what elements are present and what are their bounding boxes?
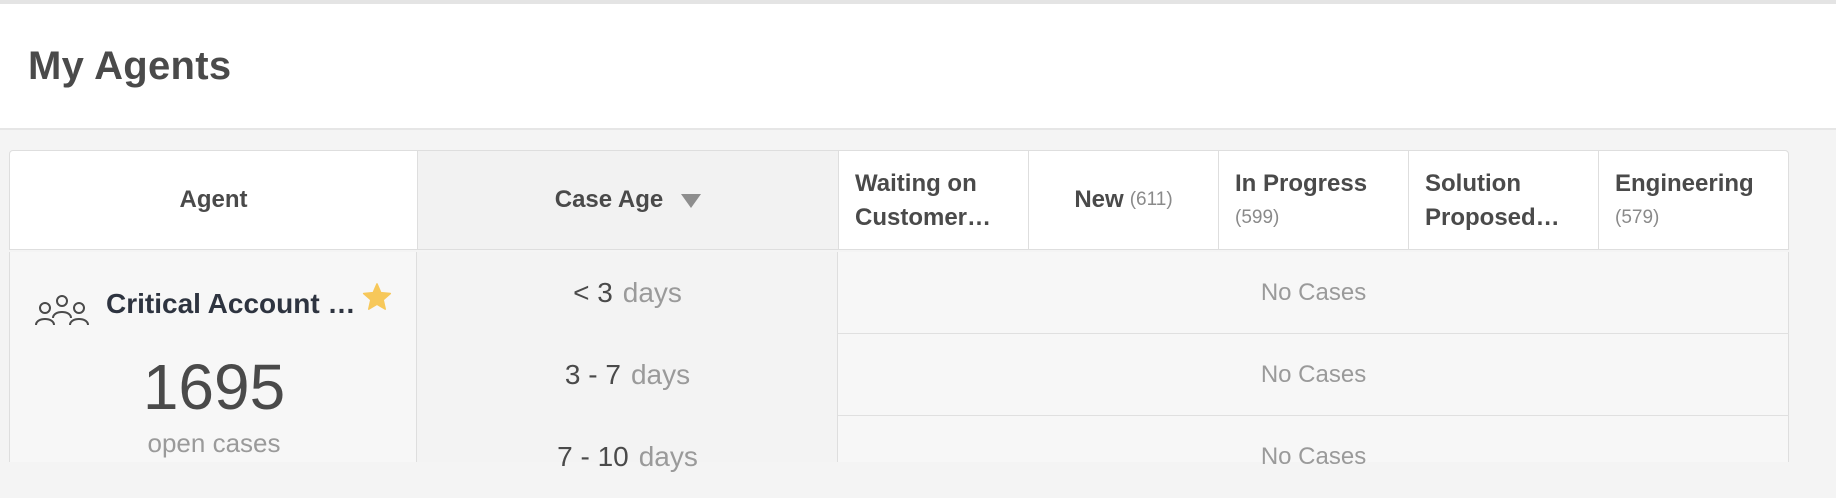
column-header-count: (599)	[1235, 207, 1280, 228]
no-cases-text: No Cases	[1260, 360, 1367, 388]
column-header-solution-proposed[interactable]: Solution Proposed…	[1409, 151, 1599, 249]
column-header-case-age-label: Case Age	[554, 186, 664, 213]
age-unit: days	[630, 359, 691, 390]
case-bucket-row: No Cases	[838, 334, 1789, 416]
age-range: < 3	[573, 277, 613, 308]
column-header-engineering[interactable]: Engineering (579)	[1599, 151, 1789, 249]
age-bucket: < 3 days	[417, 252, 838, 334]
group-icon	[35, 295, 89, 326]
column-header-waiting-on-customer[interactable]: Waiting on Customer…	[839, 151, 1029, 249]
case-bucket-row: No Cases	[838, 252, 1789, 334]
open-cases-label: open cases	[147, 428, 281, 458]
column-header-label: Waiting on	[855, 170, 977, 197]
no-cases-text: No Cases	[1260, 278, 1367, 306]
cases-column: No Cases No Cases No Cases	[838, 252, 1789, 470]
column-header-in-progress[interactable]: In Progress (599)	[1219, 151, 1409, 249]
age-bucket: 3 - 7 days	[417, 334, 838, 416]
agents-table: Agent Case Age Waiting on Customer… New …	[9, 150, 1789, 472]
column-header-new[interactable]: New (611)	[1029, 151, 1219, 249]
age-range: 3 - 7	[564, 359, 621, 390]
agent-cell[interactable]: Critical Account … 1695 open cases	[9, 252, 417, 462]
column-header-case-age[interactable]: Case Age	[418, 151, 839, 249]
column-header-label: New	[1074, 186, 1124, 213]
table-header-row: Agent Case Age Waiting on Customer… New …	[9, 150, 1789, 250]
case-bucket-row: No Cases	[838, 416, 1789, 498]
age-bucket: 7 - 10 days	[417, 416, 838, 498]
column-header-agent[interactable]: Agent	[10, 151, 418, 249]
table-body: Critical Account … 1695 open cases < 3 d…	[9, 252, 1789, 472]
sort-descending-icon[interactable]	[681, 194, 702, 208]
case-age-column: < 3 days 3 - 7 days 7 - 10 days	[417, 252, 838, 472]
page-header: My Agents	[0, 4, 1836, 130]
age-range: 7 - 10	[557, 441, 629, 472]
page-title: My Agents	[28, 44, 232, 88]
column-header-agent-label: Agent	[179, 186, 248, 213]
open-cases-count: 1695	[142, 351, 286, 423]
no-cases-text: No Cases	[1260, 443, 1367, 470]
column-header-count: (579)	[1615, 207, 1660, 228]
column-header-label: Proposed…	[1425, 204, 1560, 231]
age-unit: days	[638, 441, 698, 472]
agent-name[interactable]: Critical Account …	[106, 288, 355, 320]
star-icon[interactable]	[361, 282, 393, 312]
column-header-label: Solution	[1425, 170, 1521, 197]
column-header-count: (611)	[1129, 189, 1173, 210]
column-header-label: Engineering	[1615, 170, 1754, 197]
column-header-label: Customer…	[855, 204, 992, 231]
age-unit: days	[622, 277, 682, 308]
column-header-label: In Progress	[1235, 170, 1368, 197]
